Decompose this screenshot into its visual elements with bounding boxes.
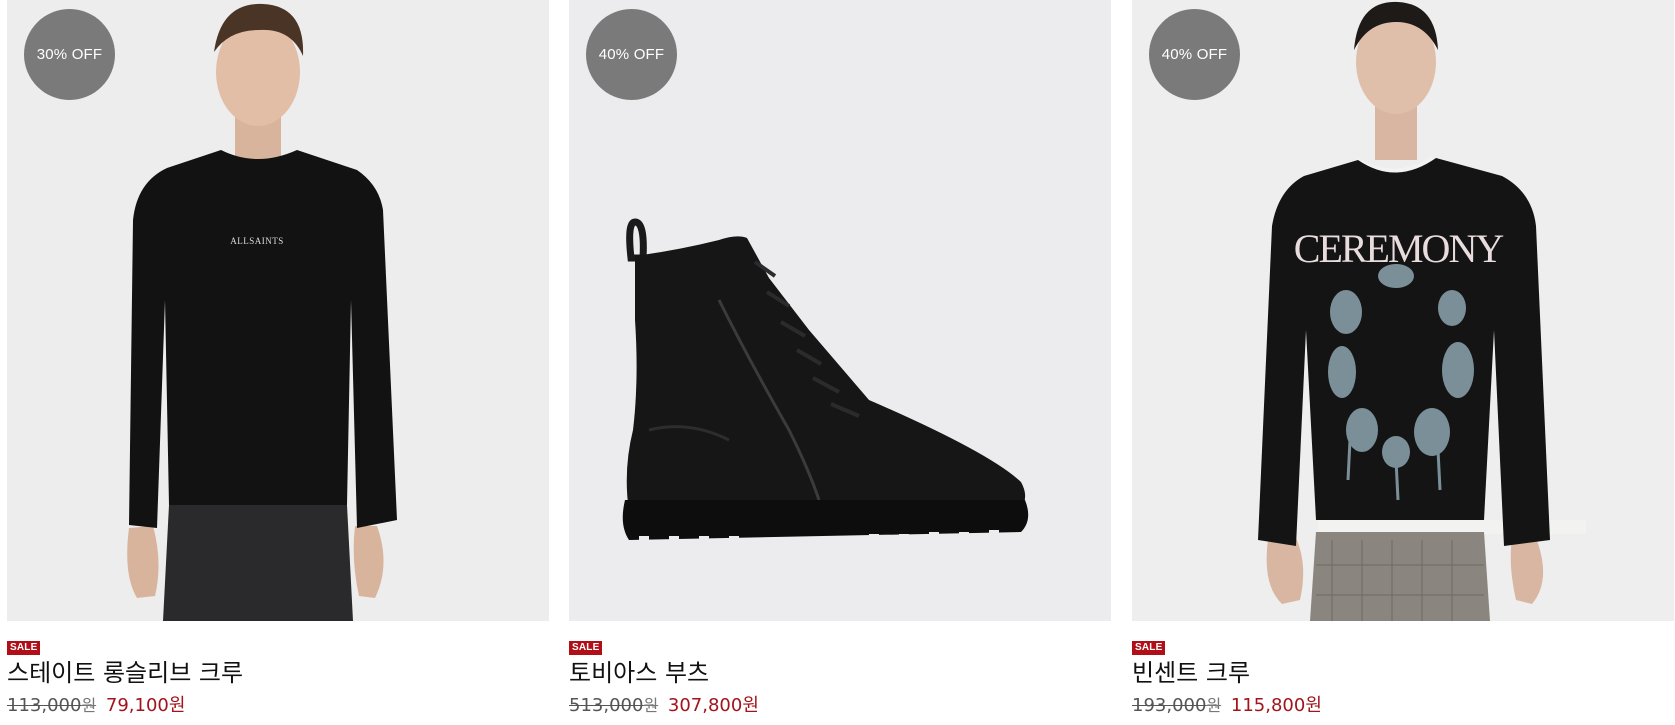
product-grid: ALLSAINTS 30% OFF SALE 스테이트 롱슬리브 크루 113,…: [7, 0, 1674, 725]
sale-price: 307,800원: [667, 695, 759, 716]
product-card[interactable]: CEREMONY 40% OFF SALE 빈센트 크루 193,000원 11…: [1132, 0, 1674, 716]
product-image-link[interactable]: CEREMONY 40% OFF: [1132, 0, 1674, 621]
sale-label: SALE: [569, 641, 603, 655]
sale-price: 79,100원: [105, 695, 186, 716]
discount-badge: 30% OFF: [24, 9, 115, 100]
discount-badge: 40% OFF: [1149, 9, 1240, 100]
original-price-unit: 원: [1206, 696, 1222, 715]
product-name[interactable]: 스테이트 롱슬리브 크루: [7, 658, 243, 688]
product-image-link[interactable]: 40% OFF: [569, 0, 1111, 621]
product-name[interactable]: 빈센트 크루: [1132, 658, 1250, 688]
sale-price: 115,800원: [1230, 695, 1322, 716]
product-card[interactable]: ALLSAINTS 30% OFF SALE 스테이트 롱슬리브 크루 113,…: [7, 0, 549, 716]
product-name[interactable]: 토비아스 부츠: [569, 658, 709, 688]
sale-label: SALE: [1132, 641, 1166, 655]
original-price: 193,000: [1132, 695, 1207, 716]
product-card[interactable]: 40% OFF SALE 토비아스 부츠 513,000원 307,800원: [569, 0, 1111, 716]
shirt-logo-text: ALLSAINTS: [230, 236, 284, 246]
original-price: 513,000: [569, 695, 644, 716]
product-price: 513,000원 307,800원: [569, 695, 759, 717]
original-price-unit: 원: [81, 696, 97, 715]
original-price: 113,000: [7, 695, 82, 716]
product-price: 113,000원 79,100원: [7, 695, 185, 717]
product-image-link[interactable]: ALLSAINTS 30% OFF: [7, 0, 549, 621]
discount-badge: 40% OFF: [586, 9, 677, 100]
sale-label: SALE: [7, 641, 41, 655]
original-price-unit: 원: [643, 696, 659, 715]
product-price: 193,000원 115,800원: [1132, 695, 1322, 717]
